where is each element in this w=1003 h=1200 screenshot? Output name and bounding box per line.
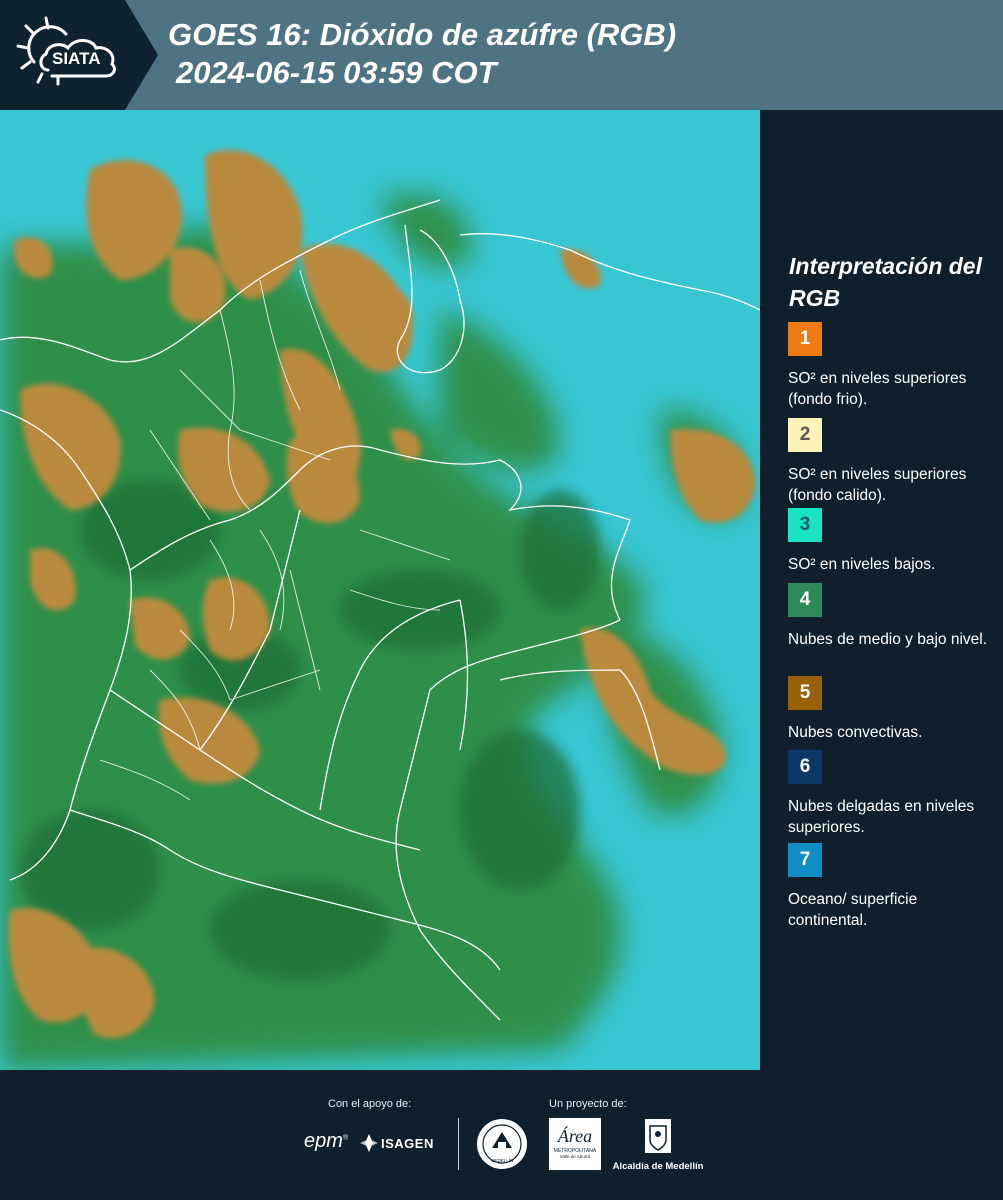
alcaldia-shield-icon — [645, 1119, 671, 1153]
legend-swatch-3: 3 — [788, 508, 822, 542]
legend-text-5: Nubes convectivas. — [788, 724, 923, 741]
legend-swatch-4: 4 — [788, 583, 822, 617]
legend-text-2: SO² en niveles superiores (fondo calido)… — [788, 466, 967, 504]
header-bar: SIATA GOES 16: Dióxido de azúfre (RGB) 2… — [0, 0, 1003, 110]
isagen-icon — [360, 1134, 378, 1152]
epm-logo[interactable]: epm® — [304, 1130, 348, 1153]
map-svg — [0, 150, 760, 1070]
legend-text-6: Nubes delgadas en niveles superiores. — [788, 798, 975, 836]
legend-text-3: SO² en niveles bajos. — [788, 556, 936, 573]
footer-divider — [458, 1118, 459, 1170]
legend-item-3: 3 SO² en niveles bajos. — [788, 508, 998, 575]
legend-swatch-6: 6 — [788, 750, 822, 784]
isagen-logo[interactable]: ISAGEN — [360, 1134, 434, 1152]
satellite-map[interactable] — [0, 110, 760, 1070]
legend-item-4: 4 Nubes de medio y bajo nivel. — [788, 583, 998, 650]
medellin-seal-icon[interactable]: MEDELLÍN — [476, 1118, 528, 1170]
project-label: Un proyecto de: — [549, 1098, 627, 1110]
area-logo-main: Área — [557, 1126, 593, 1146]
legend-swatch-1: 1 — [788, 322, 822, 356]
title-line-1: GOES 16: Dióxido de azúfre (RGB) — [168, 17, 677, 52]
legend-text-7: Oceano/ superficie continental. — [788, 891, 918, 929]
legend-item-6: 6 Nubes delgadas en niveles superiores. — [788, 750, 998, 838]
legend-text-1: SO² en niveles superiores (fondo frio). — [788, 370, 967, 408]
epm-logo-text: epm — [304, 1130, 343, 1152]
legend-item-2: 2 SO² en niveles superiores (fondo calid… — [788, 418, 998, 506]
legend-title: Interpretación del RGB — [789, 253, 982, 311]
siata-logo[interactable]: SIATA — [12, 12, 130, 96]
footer: Con el apoyo de: Un proyecto de: epm® IS… — [0, 1070, 1003, 1200]
area-metropolitana-logo[interactable]: Área METROPOLITANA Valle de Aburrá — [549, 1118, 601, 1170]
legend-item-5: 5 Nubes convectivas. — [788, 676, 998, 743]
alcaldia-logo-text: Alcaldía de Medellín — [612, 1161, 704, 1172]
legend-panel: Interpretación del RGB 1 SO² en niveles … — [761, 110, 1003, 1070]
legend-swatch-2: 2 — [788, 418, 822, 452]
alcaldia-logo[interactable]: Alcaldía de Medellín — [612, 1118, 704, 1172]
title-line-2: 2024-06-15 03:59 COT — [176, 55, 497, 90]
support-label: Con el apoyo de: — [328, 1098, 412, 1110]
seal-text: MEDELLÍN — [491, 1157, 514, 1163]
page-title: GOES 16: Dióxido de azúfre (RGB) 2024-06… — [168, 16, 676, 92]
legend-item-7: 7 Oceano/ superficie continental. — [788, 843, 998, 931]
legend-swatch-7: 7 — [788, 843, 822, 877]
legend-item-1: 1 SO² en niveles superiores (fondo frio)… — [788, 322, 998, 410]
legend-text-4: Nubes de medio y bajo nivel. — [788, 631, 988, 648]
legend-swatch-5: 5 — [788, 676, 822, 710]
logo-text: SIATA — [52, 49, 100, 68]
area-logo-sub2: Valle de Aburrá — [559, 1154, 591, 1159]
isagen-logo-text: ISAGEN — [381, 1135, 434, 1151]
